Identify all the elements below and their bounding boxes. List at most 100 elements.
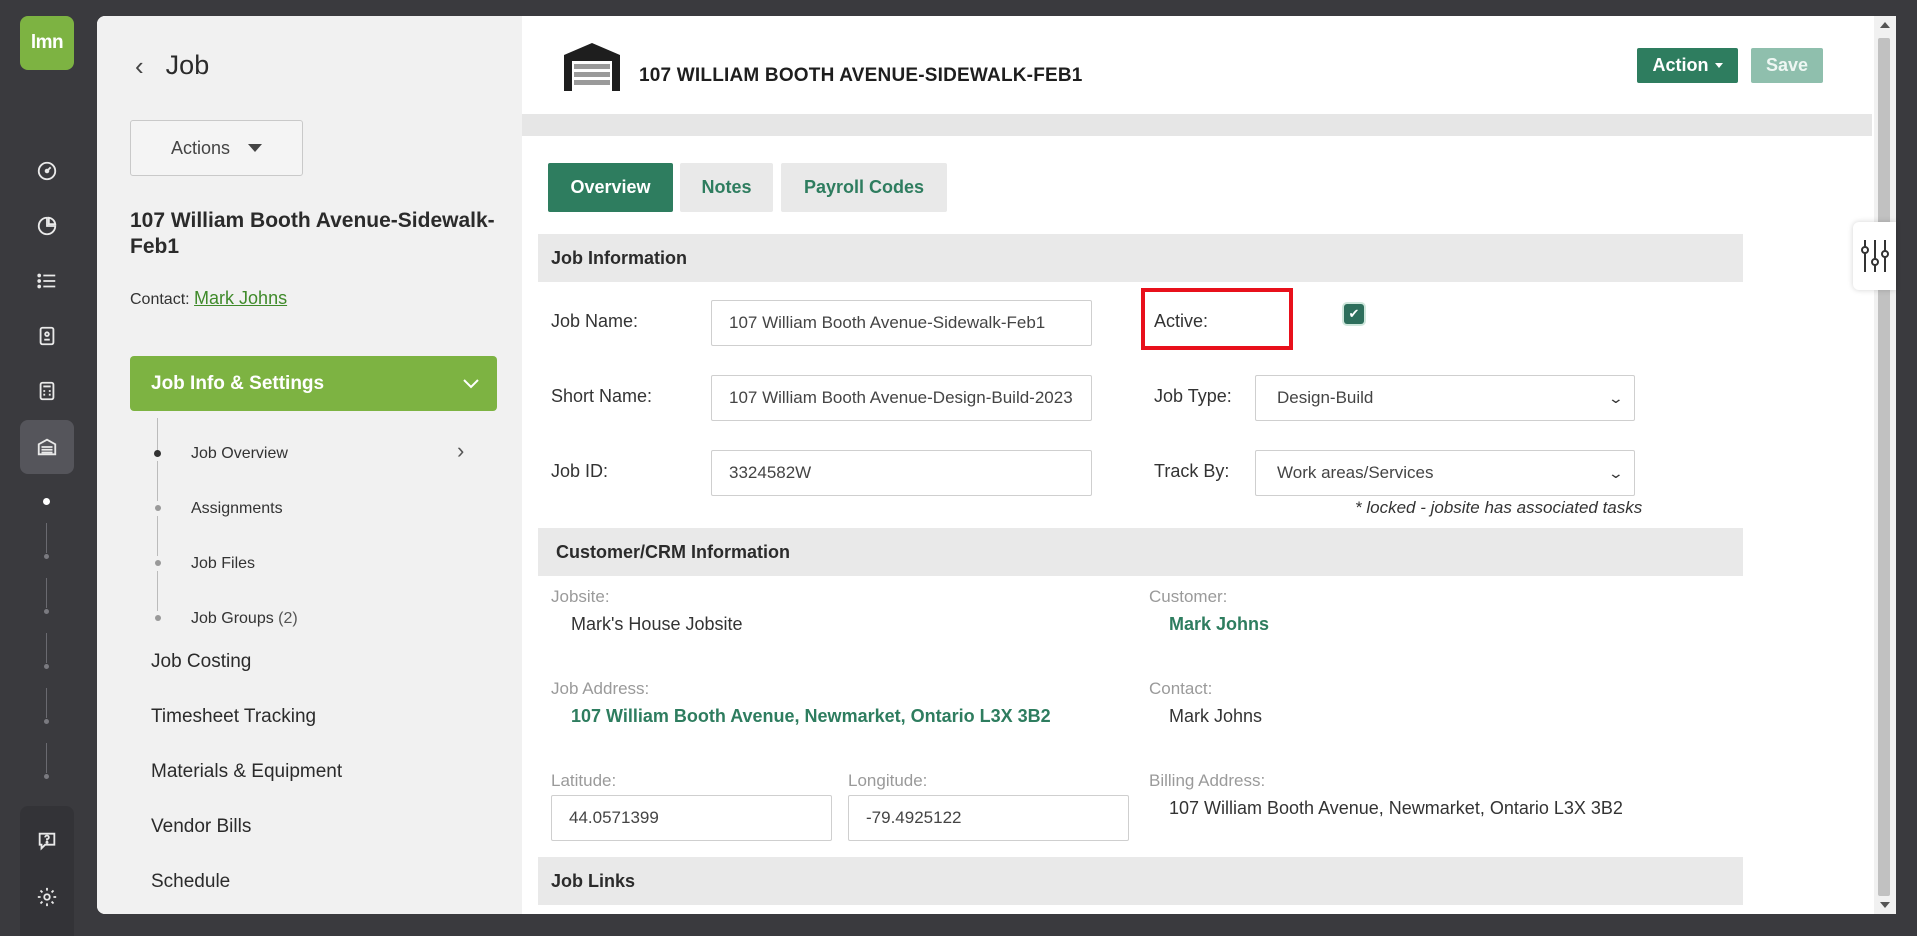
- sub-nav-line: [157, 516, 158, 556]
- sub-nav-dot: [155, 560, 161, 566]
- save-button[interactable]: Save: [1751, 48, 1823, 83]
- active-checkbox[interactable]: ✔: [1344, 304, 1364, 324]
- job-address-link[interactable]: 107 William Booth Avenue, Newmarket, Ont…: [571, 706, 1051, 727]
- timesheet-icon[interactable]: [28, 317, 66, 355]
- header-divider: [522, 114, 1872, 136]
- job-groups-count: (2): [278, 610, 298, 627]
- short-name-input[interactable]: 107 William Booth Avenue-Design-Build-20…: [711, 375, 1092, 421]
- chevron-right-icon: ›: [457, 438, 465, 463]
- longitude-label: Longitude:: [848, 771, 928, 790]
- jobsite-label: Jobsite:: [551, 587, 610, 606]
- jobs-garage-icon[interactable]: [20, 420, 74, 474]
- chevron-down-icon: [463, 378, 479, 388]
- pie-chart-icon[interactable]: [28, 207, 66, 245]
- track-by-select[interactable]: Work areas/Services ⌄: [1255, 450, 1635, 496]
- topbar: 107 WILLIAM BOOTH AVENUE-SIDEWALK-FEB1 A…: [522, 16, 1872, 114]
- list-icon[interactable]: [28, 262, 66, 300]
- longitude-input[interactable]: -79.4925122: [848, 795, 1129, 841]
- sub-nav-dot: [155, 505, 161, 511]
- help-icon[interactable]: [28, 822, 66, 860]
- nav-title: Job: [165, 50, 210, 80]
- latitude-label: Latitude:: [551, 771, 617, 790]
- sub-nav-line: [157, 418, 158, 454]
- actions-label: Actions: [170, 137, 231, 158]
- filter-sliders-button[interactable]: [1853, 222, 1896, 290]
- job-type-value: Design-Build: [1277, 388, 1374, 407]
- rail-step-dot: [44, 719, 49, 724]
- job-address-label: Job Address:: [551, 679, 650, 698]
- app-frame: ‹ Job Actions 107 William Booth Avenue-S…: [97, 16, 1896, 914]
- latitude-input[interactable]: 44.0571399: [551, 795, 832, 841]
- tab-overview[interactable]: Overview: [548, 163, 673, 212]
- section-label: Job Info & Settings: [151, 372, 325, 394]
- chevron-down-icon: ⌄: [1607, 464, 1625, 481]
- nav-item-timesheet-tracking[interactable]: Timesheet Tracking: [151, 706, 316, 728]
- section-customer-crm: Customer/CRM Information: [538, 528, 1743, 576]
- sub-nav-dot: [154, 450, 161, 457]
- chevron-down-icon: ⌄: [1607, 389, 1625, 406]
- nav-header: ‹ Job: [135, 50, 209, 81]
- crm-contact-label: Contact:: [1149, 679, 1213, 698]
- tab-notes[interactable]: Notes: [680, 163, 773, 212]
- tab-payroll-codes[interactable]: Payroll Codes: [781, 163, 947, 212]
- billing-address-value: 107 William Booth Avenue, Newmarket, Ont…: [1169, 798, 1623, 818]
- sliders-icon: [1860, 240, 1889, 272]
- scroll-up-arrow-icon[interactable]: [1880, 22, 1890, 28]
- rail-step-dot: [44, 774, 49, 779]
- caret-down-icon: [248, 144, 263, 152]
- action-label: Action: [1652, 55, 1709, 75]
- job-heading: 107 William Booth Avenue-Sidewalk-Feb1: [130, 209, 495, 258]
- sub-nav-line: [157, 461, 158, 501]
- section-job-info-settings[interactable]: Job Info & Settings: [130, 356, 497, 411]
- sub-item-assignments[interactable]: Assignments: [191, 500, 283, 518]
- main-content: 107 WILLIAM BOOTH AVENUE-SIDEWALK-FEB1 A…: [522, 16, 1896, 914]
- crm-contact-value: Mark Johns: [1169, 706, 1263, 726]
- job-id-label: Job ID:: [551, 461, 609, 481]
- gear-icon[interactable]: [28, 878, 66, 916]
- caret-down-icon: [1714, 63, 1723, 68]
- contact-line: Contact: Mark Johns: [130, 288, 287, 309]
- short-name-label: Short Name:: [551, 386, 653, 406]
- sub-item-job-groups[interactable]: Job Groups (2): [191, 610, 298, 628]
- active-label: Active:: [1154, 311, 1209, 331]
- track-by-value: Work areas/Services: [1277, 463, 1434, 482]
- job-type-label: Job Type:: [1154, 386, 1232, 406]
- job-nav-panel: ‹ Job Actions 107 William Booth Avenue-S…: [97, 16, 522, 914]
- job-name-label: Job Name:: [551, 311, 639, 331]
- rail-step-line: [46, 523, 47, 553]
- rail-step-line: [46, 688, 47, 718]
- job-type-select[interactable]: Design-Build ⌄: [1255, 375, 1635, 421]
- rail-step-dot: [43, 498, 50, 505]
- jobsite-value: Mark's House Jobsite: [571, 614, 743, 634]
- locked-note: * locked - jobsite has associated tasks: [1355, 498, 1643, 517]
- rail-step-line: [46, 633, 47, 663]
- nav-item-job-costing[interactable]: Job Costing: [151, 651, 251, 673]
- page-title: 107 WILLIAM BOOTH AVENUE-SIDEWALK-FEB1: [639, 65, 1083, 86]
- nav-item-vendor-bills[interactable]: Vendor Bills: [151, 816, 251, 838]
- garage-icon: [564, 43, 620, 91]
- vertical-scrollbar[interactable]: [1874, 16, 1896, 914]
- app-rail: lmn: [0, 0, 95, 936]
- actions-dropdown-button[interactable]: Actions: [130, 120, 303, 176]
- job-id-input[interactable]: 3324582W: [711, 450, 1092, 496]
- nav-item-schedule[interactable]: Schedule: [151, 871, 230, 893]
- section-job-links: Job Links: [538, 857, 1743, 905]
- rail-step-line: [46, 578, 47, 608]
- action-dropdown-button[interactable]: Action: [1637, 48, 1738, 83]
- dashboard-icon[interactable]: [28, 152, 66, 190]
- customer-label: Customer:: [1149, 587, 1228, 606]
- contact-link[interactable]: Mark Johns: [194, 288, 287, 308]
- sub-nav-dot: [155, 615, 161, 621]
- job-name-input[interactable]: 107 William Booth Avenue-Sidewalk-Feb1: [711, 300, 1092, 346]
- contact-label: Contact:: [130, 291, 190, 308]
- sub-item-job-files[interactable]: Job Files: [191, 555, 255, 573]
- nav-item-materials-equipment[interactable]: Materials & Equipment: [151, 761, 342, 783]
- lmn-logo[interactable]: lmn: [20, 16, 74, 70]
- sub-item-job-overview[interactable]: Job Overview: [191, 445, 288, 463]
- scrollbar-thumb[interactable]: [1878, 38, 1890, 896]
- rail-step-dot: [44, 664, 49, 669]
- calculator-icon[interactable]: [28, 372, 66, 410]
- scroll-down-arrow-icon[interactable]: [1880, 902, 1890, 908]
- back-chevron-icon[interactable]: ‹: [135, 53, 144, 79]
- customer-link[interactable]: Mark Johns: [1169, 614, 1269, 635]
